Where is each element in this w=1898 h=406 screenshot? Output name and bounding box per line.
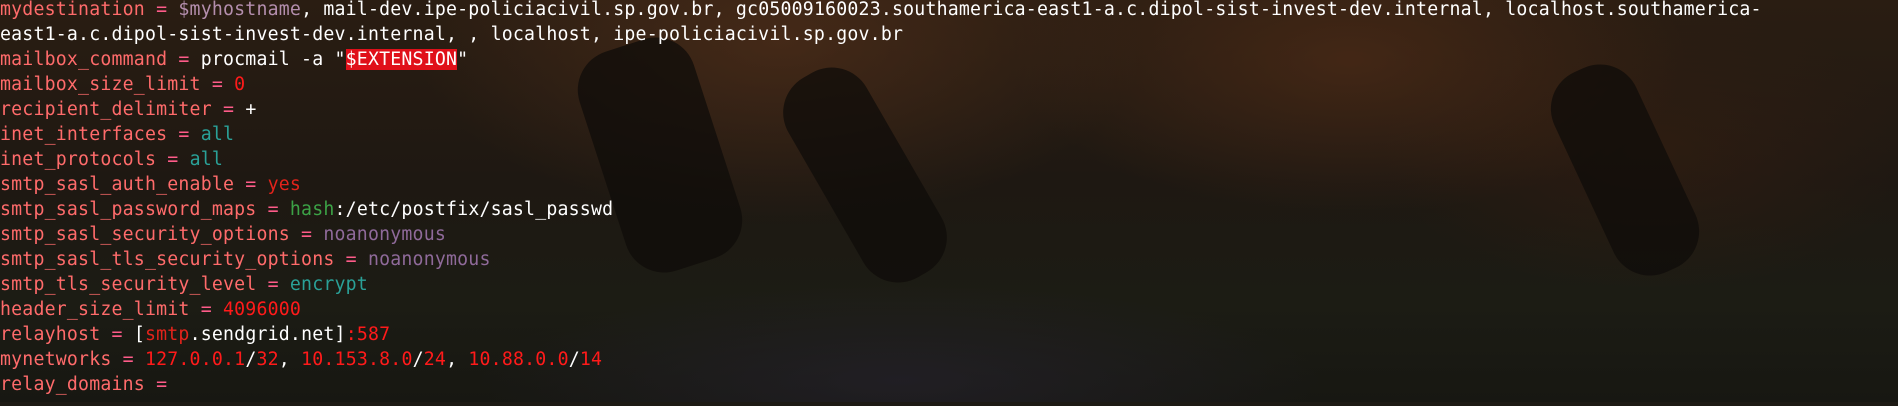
assignment-operator: = bbox=[100, 324, 134, 345]
config-key: smtp_sasl_auth_enable bbox=[0, 174, 235, 195]
config-value: [ bbox=[133, 324, 145, 345]
config-value: $myhostname bbox=[178, 0, 302, 20]
config-value: hash bbox=[289, 199, 335, 220]
assignment-operator: = bbox=[289, 224, 324, 245]
assignment-operator: = bbox=[256, 274, 290, 295]
config-value: 14 bbox=[579, 349, 603, 370]
config-value: / bbox=[245, 349, 257, 370]
assignment-operator: = bbox=[211, 99, 246, 120]
config-value: :/etc/postfix/sasl_passwd bbox=[334, 199, 614, 220]
config-key: smtp_sasl_security_options bbox=[0, 224, 290, 245]
terminal-line: relayhost = [smtp.sendgrid.net]:587 bbox=[0, 322, 1898, 347]
config-key: smtp_sasl_password_maps bbox=[0, 199, 257, 220]
config-key: mailbox_command bbox=[0, 49, 168, 70]
config-value: :587 bbox=[345, 324, 391, 345]
config-value: / bbox=[412, 349, 424, 370]
terminal-line: smtp_sasl_password_maps = hash:/etc/post… bbox=[0, 197, 1898, 222]
assignment-operator: = bbox=[234, 174, 268, 195]
config-key: inet_protocols bbox=[0, 149, 157, 170]
assignment-operator: = bbox=[144, 0, 179, 20]
config-value: 0 bbox=[234, 74, 246, 95]
config-key: mynetworks bbox=[0, 349, 112, 370]
assignment-operator: = bbox=[200, 74, 235, 95]
config-value: .sendgrid.net] bbox=[189, 324, 346, 345]
config-value: yes bbox=[267, 174, 302, 195]
config-value: 10.88.0.0 bbox=[468, 349, 569, 370]
config-value: all bbox=[189, 149, 224, 170]
config-key: mydestination bbox=[0, 0, 145, 20]
terminal-line: relay_domains = bbox=[0, 372, 1898, 397]
assignment-operator: = bbox=[256, 199, 290, 220]
config-value: / bbox=[568, 349, 580, 370]
terminal-line: mydestination = $myhostname, mail-dev.ip… bbox=[0, 0, 1898, 22]
config-key: inet_interfaces bbox=[0, 124, 168, 145]
terminal-line: smtp_tls_security_level = encrypt bbox=[0, 272, 1898, 297]
config-value: all bbox=[200, 124, 235, 145]
terminal-line: inet_interfaces = all bbox=[0, 122, 1898, 147]
terminal-line: mailbox_size_limit = 0 bbox=[0, 72, 1898, 97]
config-value: , bbox=[446, 349, 469, 370]
status-corner bbox=[1718, 398, 1888, 406]
config-value: smtp bbox=[144, 324, 190, 345]
config-key: header_size_limit bbox=[0, 299, 190, 320]
assignment-operator: = bbox=[167, 124, 201, 145]
config-value: noanonymous bbox=[323, 224, 447, 245]
config-value: 127.0.0.1 bbox=[144, 349, 246, 370]
config-value: 24 bbox=[423, 349, 447, 370]
terminal-line: smtp_sasl_tls_security_options = noanony… bbox=[0, 247, 1898, 272]
terminal-line: east1-a.c.dipol-sist-invest-dev.internal… bbox=[0, 22, 1898, 47]
config-value: , mail-dev.ipe-policiacivil.sp.gov.br, g… bbox=[301, 0, 1762, 20]
config-value: procmail -a " bbox=[200, 49, 346, 70]
assignment-operator: = bbox=[111, 349, 145, 370]
assignment-operator: = bbox=[189, 299, 223, 320]
config-value: east1-a.c.dipol-sist-invest-dev.internal… bbox=[0, 24, 904, 45]
search-highlight: $EXTENSION bbox=[345, 49, 458, 70]
config-value: + bbox=[245, 99, 257, 120]
config-key: mailbox_size_limit bbox=[0, 74, 201, 95]
terminal-line: inet_protocols = all bbox=[0, 147, 1898, 172]
terminal-line: mailbox_command = procmail -a "$EXTENSIO… bbox=[0, 47, 1898, 72]
assignment-operator: = bbox=[156, 149, 190, 170]
assignment-operator: = bbox=[167, 49, 201, 70]
terminal-line: recipient_delimiter = + bbox=[0, 97, 1898, 122]
config-value: 32 bbox=[256, 349, 279, 370]
config-key: recipient_delimiter bbox=[0, 99, 212, 120]
config-value: noanonymous bbox=[367, 249, 491, 270]
config-value: , bbox=[278, 349, 302, 370]
config-value: 4096000 bbox=[223, 299, 302, 320]
assignment-operator: = bbox=[144, 374, 168, 395]
terminal-line: smtp_sasl_security_options = noanonymous bbox=[0, 222, 1898, 247]
terminal-line: mynetworks = 127.0.0.1/32, 10.153.8.0/24… bbox=[0, 347, 1898, 372]
terminal-output[interactable]: mydestination = $myhostname, mail-dev.ip… bbox=[0, 0, 1898, 402]
config-key: relayhost bbox=[0, 324, 101, 345]
config-key: smtp_tls_security_level bbox=[0, 274, 257, 295]
config-value: 10.153.8.0 bbox=[301, 349, 413, 370]
config-key: relay_domains bbox=[0, 374, 145, 395]
config-key: smtp_sasl_tls_security_options bbox=[0, 249, 335, 270]
terminal-line: header_size_limit = 4096000 bbox=[0, 297, 1898, 322]
assignment-operator: = bbox=[334, 249, 368, 270]
config-value: " bbox=[457, 49, 469, 70]
config-value: encrypt bbox=[289, 274, 368, 295]
terminal-line: smtp_sasl_auth_enable = yes bbox=[0, 172, 1898, 197]
